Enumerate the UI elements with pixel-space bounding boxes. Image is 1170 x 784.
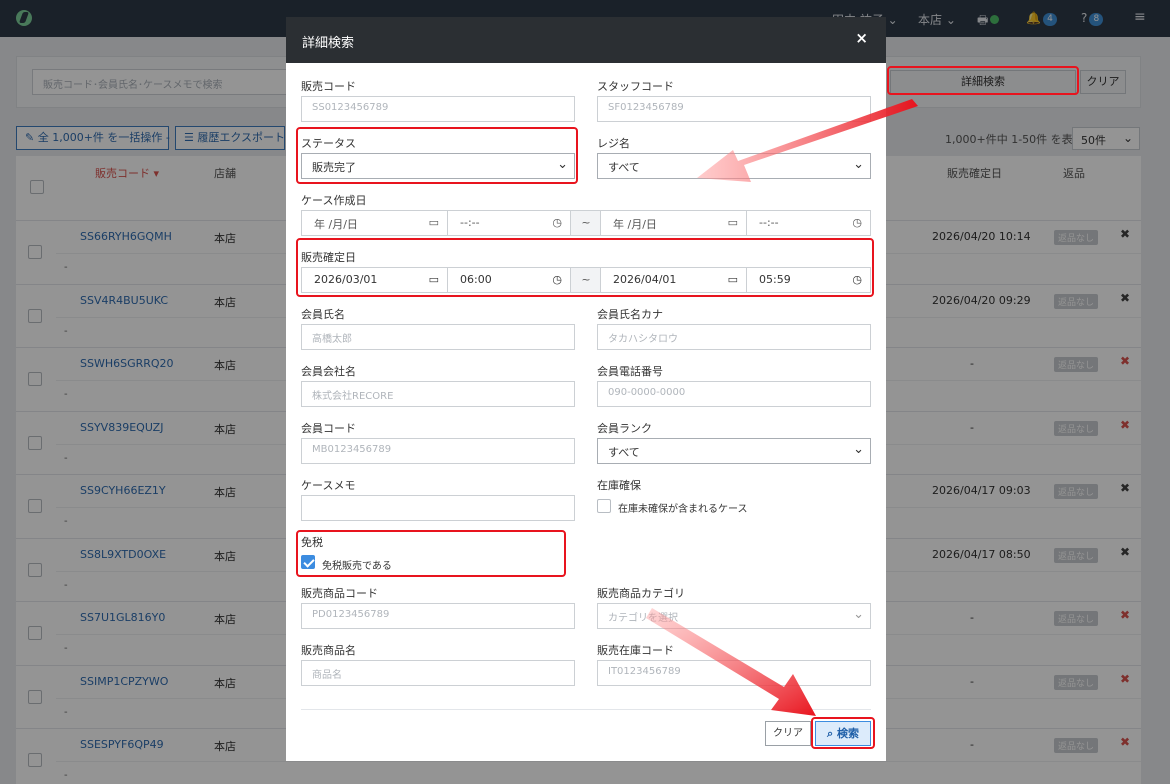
modal-clear-button[interactable]: クリア bbox=[765, 721, 811, 746]
register-select[interactable]: すべて ⌄ bbox=[597, 153, 871, 179]
member-code-input[interactable]: MB0123456789 bbox=[301, 438, 575, 464]
product-code-input[interactable]: PD0123456789 bbox=[301, 603, 575, 629]
register-value: すべて bbox=[608, 161, 640, 174]
product-category-placeholder: カテゴリを選択 bbox=[608, 613, 678, 624]
created-from-date[interactable]: 年 /月/日 ▭ bbox=[301, 210, 448, 236]
created-to-time-value: --:-- bbox=[759, 216, 779, 229]
stock-code-input[interactable]: IT0123456789 bbox=[597, 660, 871, 686]
register-label: レジ名 bbox=[597, 137, 630, 150]
footer-divider bbox=[301, 709, 871, 710]
stock-unreserved-label: 在庫未確保が含まれるケース bbox=[618, 504, 748, 515]
highlight-status bbox=[296, 127, 578, 184]
modal-header: 詳細検索 × bbox=[286, 17, 886, 63]
member-rank-label: 会員ランク bbox=[597, 422, 652, 435]
highlight-confirmed-date bbox=[296, 238, 874, 297]
member-rank-value: すべて bbox=[608, 446, 640, 459]
member-name-input[interactable]: 高橋太郎 bbox=[301, 324, 575, 350]
product-code-label: 販売商品コード bbox=[301, 587, 378, 600]
chevron-down-icon: ⌄ bbox=[853, 442, 864, 457]
highlight-search-button bbox=[811, 717, 875, 749]
created-from-time-value: --:-- bbox=[460, 216, 480, 229]
member-kana-label: 会員氏名カナ bbox=[597, 308, 663, 321]
member-phone-input[interactable]: 090-0000-0000 bbox=[597, 381, 871, 407]
created-to-date[interactable]: 年 /月/日 ▭ bbox=[600, 210, 747, 236]
member-code-label: 会員コード bbox=[301, 422, 356, 435]
highlight-tax-free bbox=[296, 530, 566, 577]
created-range-separator: ~ bbox=[571, 210, 601, 236]
close-icon[interactable]: × bbox=[855, 29, 868, 47]
created-date-label: ケース作成日 bbox=[301, 194, 367, 207]
product-name-input[interactable]: 商品名 bbox=[301, 660, 575, 686]
calendar-icon: ▭ bbox=[428, 216, 439, 229]
highlight-advanced-search bbox=[887, 66, 1079, 95]
sales-code-label: 販売コード bbox=[301, 80, 356, 93]
created-from-time[interactable]: --:-- ◷ bbox=[447, 210, 571, 236]
case-memo-label: ケースメモ bbox=[301, 479, 356, 492]
member-company-input[interactable]: 株式会社RECORE bbox=[301, 381, 575, 407]
staff-code-label: スタッフコード bbox=[597, 80, 674, 93]
member-rank-select[interactable]: すべて ⌄ bbox=[597, 438, 871, 464]
member-phone-label: 会員電話番号 bbox=[597, 365, 663, 378]
clock-icon: ◷ bbox=[552, 216, 562, 229]
stock-unreserved-checkbox[interactable] bbox=[597, 499, 611, 513]
created-to-date-value: 年 /月/日 bbox=[613, 218, 657, 231]
stock-code-label: 販売在庫コード bbox=[597, 644, 674, 657]
stock-label: 在庫確保 bbox=[597, 479, 641, 492]
product-name-label: 販売商品名 bbox=[301, 644, 356, 657]
member-company-label: 会員会社名 bbox=[301, 365, 356, 378]
created-from-date-value: 年 /月/日 bbox=[314, 218, 358, 231]
member-kana-input[interactable]: タカハシタロウ bbox=[597, 324, 871, 350]
created-to-time[interactable]: --:-- ◷ bbox=[746, 210, 871, 236]
sales-code-input[interactable]: SS0123456789 bbox=[301, 96, 575, 122]
staff-code-input[interactable]: SF0123456789 bbox=[597, 96, 871, 122]
product-category-select[interactable]: カテゴリを選択 ⌄ bbox=[597, 603, 871, 629]
chevron-down-icon: ⌄ bbox=[853, 157, 864, 172]
clock-icon: ◷ bbox=[852, 216, 862, 229]
member-name-label: 会員氏名 bbox=[301, 308, 345, 321]
case-memo-input[interactable] bbox=[301, 495, 575, 521]
calendar-icon: ▭ bbox=[727, 216, 738, 229]
modal-title: 詳細検索 bbox=[302, 36, 355, 51]
chevron-down-icon: ⌄ bbox=[853, 607, 864, 622]
product-category-label: 販売商品カテゴリ bbox=[597, 587, 685, 600]
